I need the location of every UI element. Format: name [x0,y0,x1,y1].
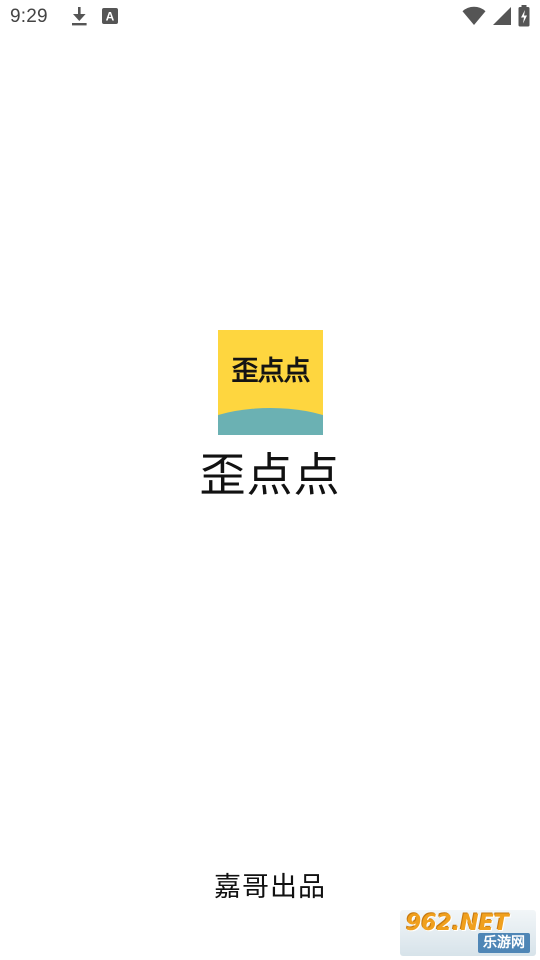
svg-text:A: A [106,10,115,24]
battery-charging-icon [518,5,530,31]
accessibility-a-icon: A [102,8,118,28]
watermark-logo: 962.NET 乐游网 [400,910,536,956]
status-notification-icons: A [70,6,118,30]
app-name: 歪点点 [199,448,341,502]
logo-teal-arc [218,408,323,435]
status-bar: 9:29 A [0,0,540,36]
app-logo: 歪点点 [218,330,323,435]
watermark-sub-text: 乐游网 [478,933,530,953]
download-icon [70,6,88,30]
status-time: 9:29 [10,6,48,27]
cell-signal-icon [492,6,512,30]
logo-text: 歪点点 [231,356,311,387]
publisher-label: 嘉哥出品 [214,872,326,903]
wifi-icon [462,6,486,30]
status-system-icons [462,5,530,31]
